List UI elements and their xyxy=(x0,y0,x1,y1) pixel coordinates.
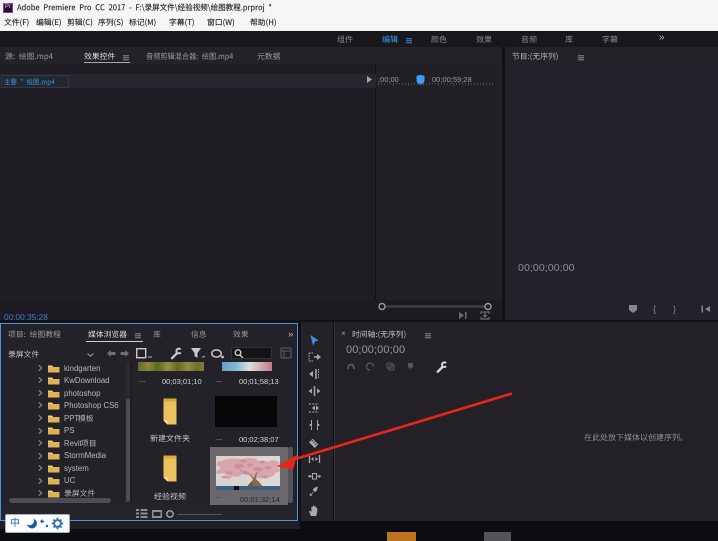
svg-text:}: } xyxy=(673,304,676,314)
svg-text:{: { xyxy=(653,304,656,314)
